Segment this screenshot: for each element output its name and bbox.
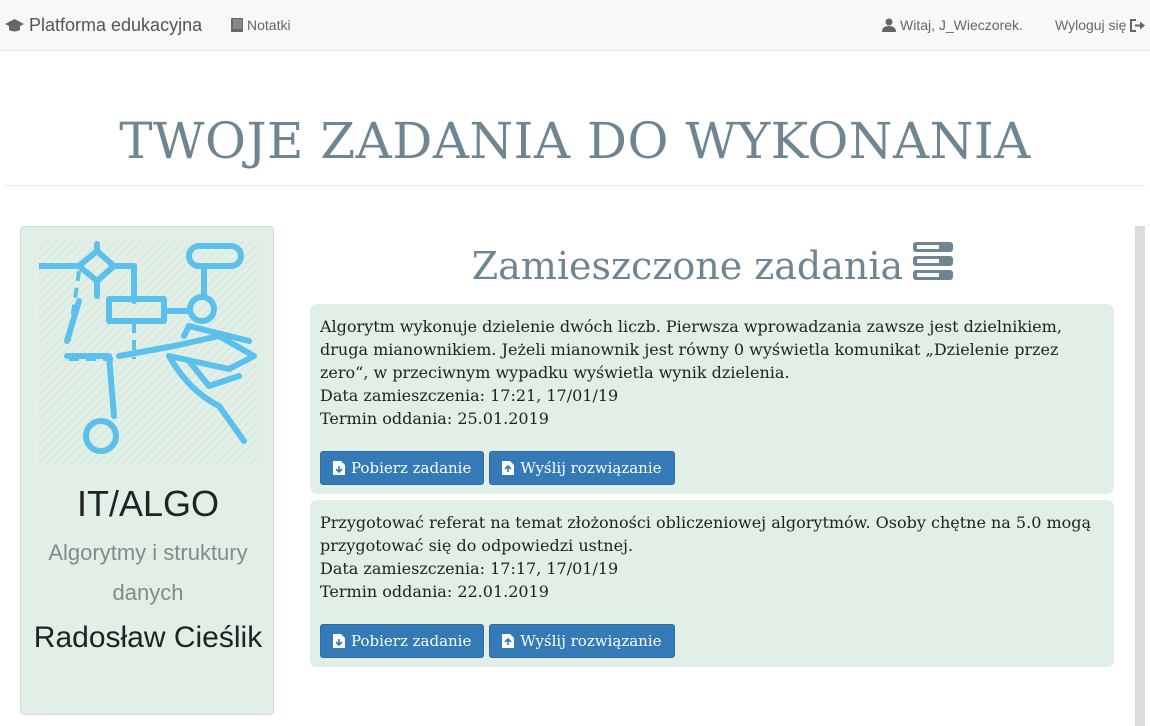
user-icon [882, 18, 896, 32]
tasks-section-title-text: Zamieszczone zadania [471, 244, 904, 288]
task-deadline: Termin oddania: 25.01.2019 [320, 409, 549, 428]
task-posted-date: Data zamieszczenia: 17:17, 17/01/19 [320, 559, 619, 578]
algorithm-flowchart-illustration [39, 241, 259, 466]
download-task-label: Pobierz zadanie [351, 458, 472, 477]
logout-link[interactable]: Wyloguj się [1055, 17, 1146, 33]
logout-label: Wyloguj się [1055, 17, 1127, 33]
task-description: Przygotować referat na temat złożoności … [320, 513, 1092, 555]
submit-solution-button[interactable]: Wyślij rozwiązanie [489, 624, 675, 658]
server-stack-icon [913, 242, 954, 280]
download-task-button[interactable]: Pobierz zadanie [320, 624, 485, 658]
submit-solution-label: Wyślij rozwiązanie [520, 631, 662, 650]
download-task-button[interactable]: Pobierz zadanie [320, 451, 485, 485]
file-upload-icon [502, 461, 515, 475]
navbar: Platforma edukacyjna Notatki Witaj, J_Wi… [0, 0, 1150, 51]
notes-label: Notatki [247, 17, 291, 33]
logout-icon [1130, 18, 1146, 32]
download-task-label: Pobierz zadanie [351, 631, 472, 650]
task-deadline: Termin oddania: 22.01.2019 [320, 582, 549, 601]
book-icon [231, 18, 243, 32]
user-greeting[interactable]: Witaj, J_Wieczorek. [882, 17, 1023, 33]
file-download-icon [333, 461, 345, 475]
task-actions: Pobierz zadanie Wyślij rozwiązanie [320, 451, 675, 485]
submit-solution-button[interactable]: Wyślij rozwiązanie [489, 451, 675, 485]
submit-solution-label: Wyślij rozwiązanie [520, 458, 662, 477]
task-card: Algorytm wykonuje dzielenie dwóch liczb.… [310, 304, 1114, 494]
notes-link[interactable]: Notatki [231, 17, 291, 33]
brand-link[interactable]: Platforma edukacyjna [5, 15, 202, 36]
scrollbar[interactable] [1135, 226, 1145, 726]
teacher-name: Radosław Cieślik [33, 621, 263, 654]
course-code: IT/ALGO [76, 483, 220, 524]
file-download-icon [333, 634, 345, 648]
task-description: Algorytm wykonuje dzielenie dwóch liczb.… [320, 317, 1062, 382]
task-posted-date: Data zamieszczenia: 17:21, 17/01/19 [320, 386, 619, 405]
greeting-label: Witaj, J_Wieczorek. [900, 17, 1023, 33]
brand-label: Platforma edukacyjna [29, 15, 203, 35]
title-divider [5, 185, 1145, 186]
course-name: Algorytmy i struktury danych [48, 540, 248, 605]
tasks-section-title: Zamieszczone zadania [310, 242, 1115, 288]
task-card: Przygotować referat na temat złożoności … [310, 500, 1114, 667]
task-actions: Pobierz zadanie Wyślij rozwiązanie [320, 624, 675, 658]
course-card: IT/ALGO Algorytmy i struktury danych Rad… [20, 226, 274, 715]
file-upload-icon [502, 634, 515, 648]
graduation-cap-icon [5, 18, 24, 31]
page-title: TWOJE ZADANIA DO WYKONANIA [119, 112, 1031, 170]
